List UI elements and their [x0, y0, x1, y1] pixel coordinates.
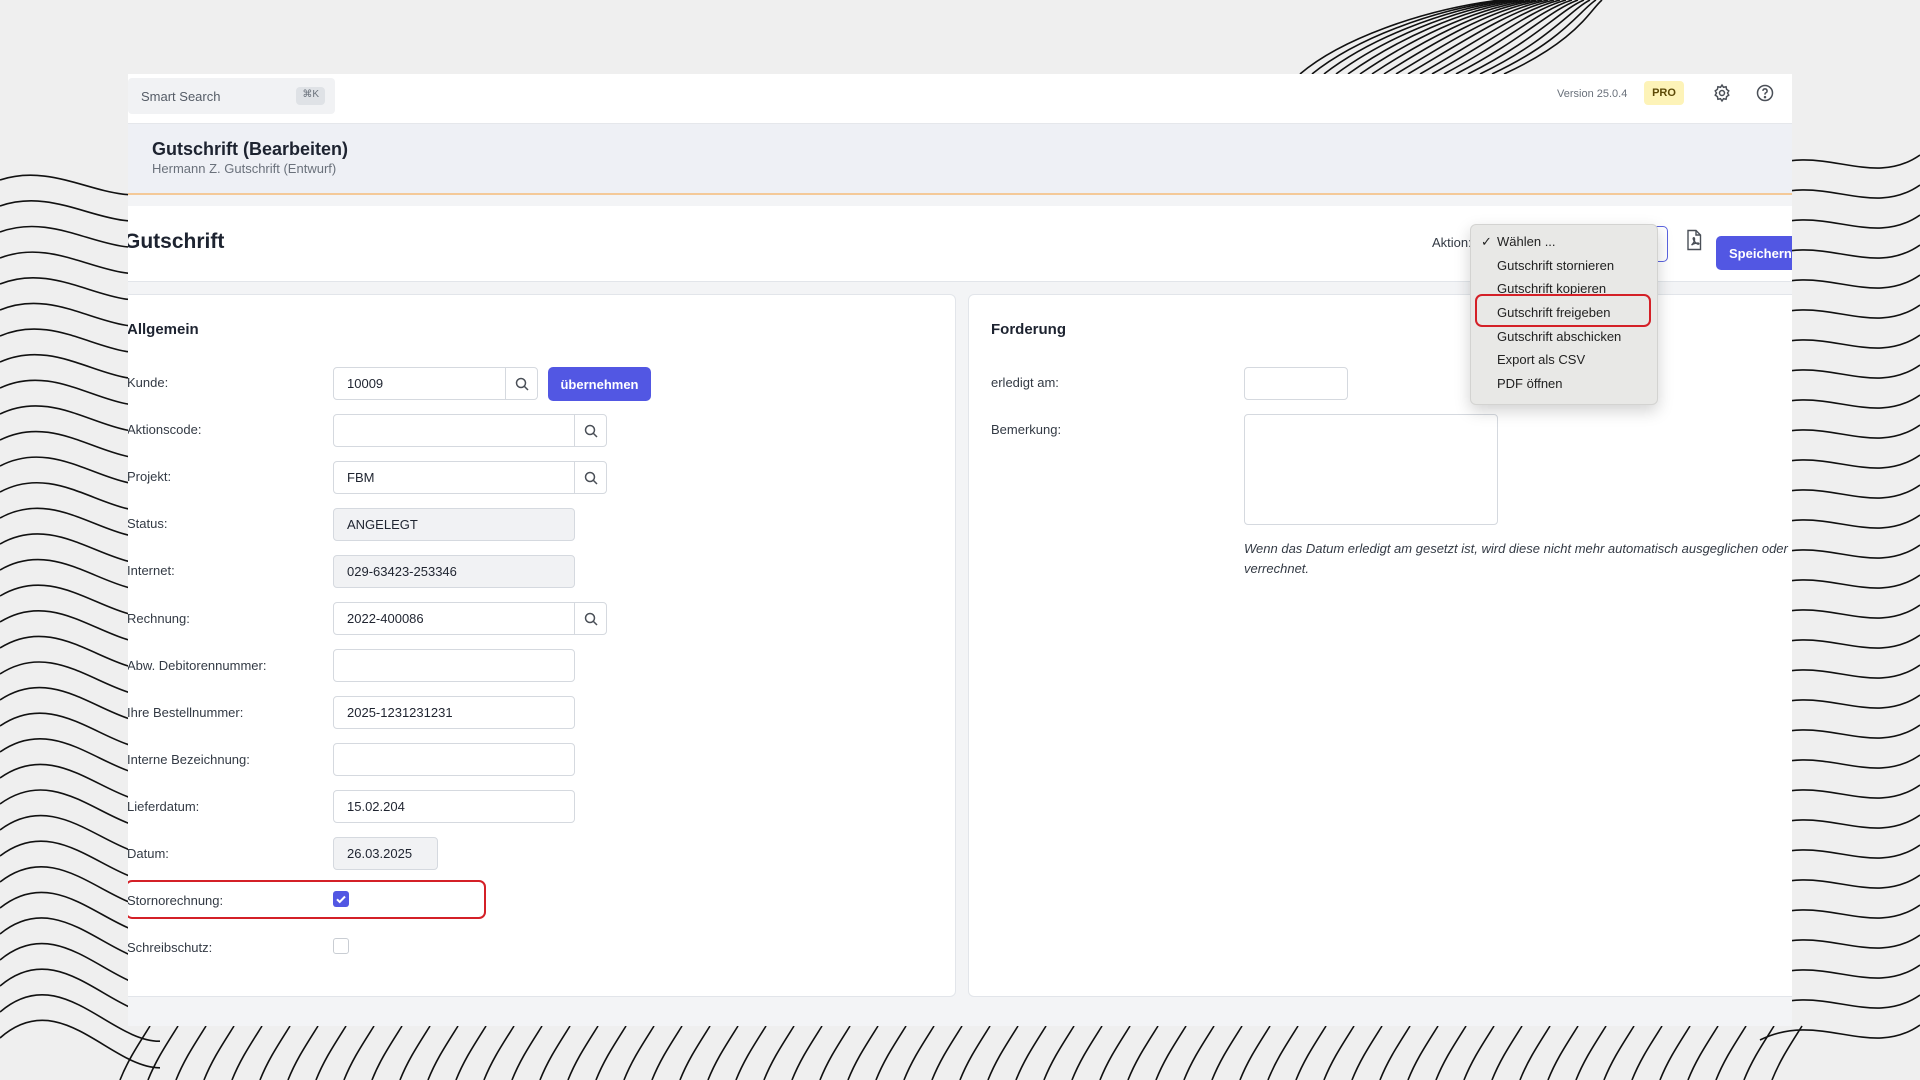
schreibschutz-checkbox[interactable] [333, 938, 349, 954]
erledigt-am-label: erledigt am: [991, 375, 1059, 390]
kunde-input[interactable] [333, 367, 506, 400]
rechnung-input[interactable] [333, 602, 575, 635]
bemerkung-label: Bemerkung: [991, 422, 1062, 437]
page-header: Gutschrift (Bearbeiten) Hermann Z. Gutsc… [128, 124, 1792, 195]
search-icon [584, 471, 598, 485]
aktionscode-search-button[interactable] [574, 414, 607, 447]
aktionscode-input[interactable] [333, 414, 575, 447]
page-header-subtitle: Hermann Z. Gutschrift (Entwurf) [152, 161, 337, 176]
help-icon[interactable] [1755, 83, 1775, 103]
save-button[interactable]: Speichern [1716, 236, 1792, 270]
rechnung-search-button[interactable] [574, 602, 607, 635]
aktion-dropdown-menu: ✓ Wählen ... Gutschrift stornieren Gutsc… [1470, 224, 1658, 405]
forderung-title: Forderung [991, 321, 1066, 338]
version-label: Version 25.0.4 [1557, 88, 1628, 100]
gear-icon[interactable] [1712, 83, 1732, 103]
forderung-hint: Wenn das Datum erledigt am gesetzt ist, … [1244, 541, 1788, 576]
abw-debitorennummer-label: Abw. Debitorennummer: [128, 658, 267, 673]
top-bar: Smart Search ⌘K Version 25.0.4 PRO [128, 74, 1792, 124]
kunde-label: Kunde: [128, 375, 169, 390]
kunde-search-button[interactable] [505, 367, 538, 400]
app-window: Smart Search ⌘K Version 25.0.4 PRO Gutsc… [128, 74, 1792, 1026]
bestellnummer-label: Ihre Bestellnummer: [128, 705, 244, 720]
stornorechnung-highlight [128, 880, 486, 919]
search-icon [584, 612, 598, 626]
smart-search-placeholder: Smart Search [141, 89, 221, 104]
allgemein-title: Allgemein [128, 321, 199, 338]
pdf-icon[interactable] [1684, 229, 1704, 251]
search-icon [584, 424, 598, 438]
menu-item-gutschrift-abschicken[interactable]: Gutschrift abschicken [1497, 329, 1621, 344]
schreibschutz-label: Schreibschutz: [128, 940, 213, 955]
freigeben-highlight [1475, 294, 1651, 327]
allgemein-card: Allgemein Kunde: übernehmen Aktionscode:… [128, 294, 956, 997]
interne-bezeichnung-label: Interne Bezeichnung: [128, 752, 250, 767]
menu-item-waehlen[interactable]: Wählen ... [1497, 234, 1556, 249]
aktion-label: Aktion: [1432, 235, 1472, 250]
bestellnummer-input[interactable] [333, 696, 575, 729]
forderung-card: Forderung erledigt am: Bemerkung: Wenn d… [968, 294, 1792, 997]
selected-check-icon: ✓ [1481, 234, 1492, 249]
aktionscode-label: Aktionscode: [128, 422, 202, 437]
status-field [333, 508, 575, 541]
footer-strip [128, 1006, 1792, 1026]
uebernehmen-button[interactable]: übernehmen [548, 367, 651, 401]
menu-item-gutschrift-stornieren[interactable]: Gutschrift stornieren [1497, 258, 1614, 273]
smart-search[interactable]: Smart Search ⌘K [128, 78, 335, 114]
status-label: Status: [128, 516, 168, 531]
datum-label: Datum: [128, 846, 169, 861]
rechnung-label: Rechnung: [128, 611, 190, 626]
internet-field [333, 555, 575, 588]
internet-label: Internet: [128, 563, 175, 578]
menu-item-pdf-oeffnen[interactable]: PDF öffnen [1497, 376, 1563, 391]
interne-bezeichnung-input[interactable] [333, 743, 575, 776]
page-header-title: Gutschrift (Bearbeiten) [152, 139, 349, 159]
search-icon [515, 377, 529, 391]
pro-badge: PRO [1644, 81, 1684, 105]
page-title: Gutschrift [128, 230, 225, 253]
search-shortcut-badge: ⌘K [296, 87, 325, 105]
menu-item-export-csv[interactable]: Export als CSV [1497, 352, 1585, 367]
datum-field [333, 837, 438, 870]
projekt-input[interactable] [333, 461, 575, 494]
abw-debitorennummer-input[interactable] [333, 649, 575, 682]
erledigt-am-input[interactable] [1244, 367, 1348, 400]
projekt-search-button[interactable] [574, 461, 607, 494]
lieferdatum-label: Lieferdatum: [128, 799, 200, 814]
projekt-label: Projekt: [128, 469, 172, 484]
lieferdatum-input[interactable] [333, 790, 575, 823]
bemerkung-textarea[interactable] [1244, 414, 1498, 525]
